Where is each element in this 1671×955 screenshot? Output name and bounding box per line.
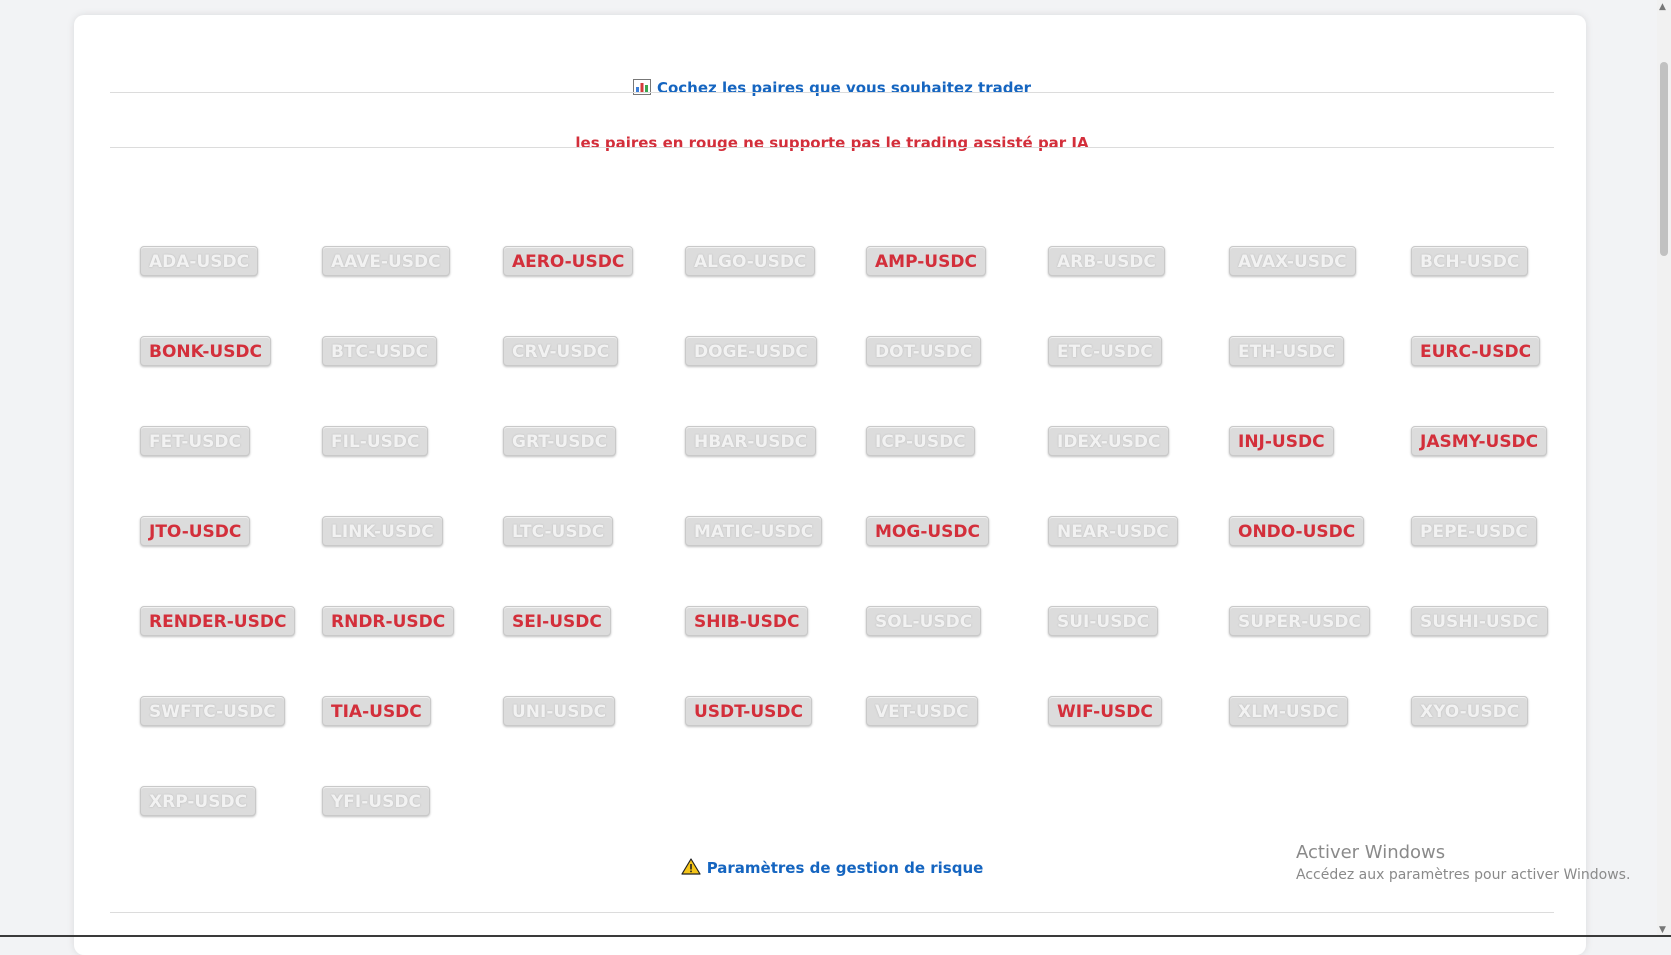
- bar-chart-icon: [632, 79, 651, 99]
- pair-checkbox-idex-usdc[interactable]: IDEX-USDC: [1048, 426, 1170, 456]
- pair-checkbox-sui-usdc[interactable]: SUI-USDC: [1048, 606, 1159, 636]
- pair-checkbox-dot-usdc[interactable]: DOT-USDC: [866, 336, 982, 366]
- pair-checkbox-ltc-usdc[interactable]: LTC-USDC: [503, 516, 614, 546]
- pair-checkbox-icp-usdc[interactable]: ICP-USDC: [866, 426, 975, 456]
- pair-checkbox-shib-usdc[interactable]: SHIB-USDC: [685, 606, 809, 636]
- pair-checkbox-ada-usdc[interactable]: ADA-USDC: [140, 246, 259, 276]
- pair-checkbox-bonk-usdc[interactable]: BONK-USDC: [140, 336, 272, 366]
- pair-checkbox-aero-usdc[interactable]: AERO-USDC: [503, 246, 634, 276]
- pair-checkbox-sol-usdc[interactable]: SOL-USDC: [866, 606, 982, 636]
- risk-heading-text: Paramètres de gestion de risque: [706, 859, 984, 877]
- scrollbar-thumb[interactable]: [1660, 62, 1668, 256]
- pair-checkbox-sushi-usdc[interactable]: SUSHI-USDC: [1411, 606, 1548, 636]
- pair-checkbox-fet-usdc[interactable]: FET-USDC: [140, 426, 251, 456]
- pair-checkbox-btc-usdc[interactable]: BTC-USDC: [322, 336, 438, 366]
- pair-checkbox-ondo-usdc[interactable]: ONDO-USDC: [1229, 516, 1365, 546]
- watermark-title: Activer Windows: [1296, 842, 1446, 863]
- pair-checkbox-algo-usdc[interactable]: ALGO-USDC: [685, 246, 816, 276]
- pair-checkbox-doge-usdc[interactable]: DOGE-USDC: [685, 336, 817, 366]
- warning-icon: [681, 858, 701, 879]
- scroll-down-icon[interactable]: ▼: [1659, 925, 1666, 935]
- divider: [110, 92, 1554, 93]
- pair-checkbox-xyo-usdc[interactable]: XYO-USDC: [1411, 696, 1529, 726]
- pair-checkbox-aave-usdc[interactable]: AAVE-USDC: [322, 246, 450, 276]
- divider: [110, 147, 1554, 148]
- scroll-up-icon[interactable]: ▲: [1659, 2, 1666, 12]
- pair-checkbox-grt-usdc[interactable]: GRT-USDC: [503, 426, 617, 456]
- windows-activation-watermark: Activer Windows Accédez aux paramètres p…: [1296, 842, 1630, 883]
- pair-checkbox-bch-usdc[interactable]: BCH-USDC: [1411, 246, 1529, 276]
- pair-checkbox-eurc-usdc[interactable]: EURC-USDC: [1411, 336, 1541, 366]
- divider: [110, 912, 1554, 913]
- pair-checkbox-inj-usdc[interactable]: INJ-USDC: [1229, 426, 1334, 456]
- pair-checkbox-yfi-usdc[interactable]: YFI-USDC: [322, 786, 430, 816]
- pair-checkbox-eth-usdc[interactable]: ETH-USDC: [1229, 336, 1345, 366]
- pair-checkbox-tia-usdc[interactable]: TIA-USDC: [322, 696, 431, 726]
- pair-checkbox-jto-usdc[interactable]: JTO-USDC: [140, 516, 251, 546]
- pair-checkbox-render-usdc[interactable]: RENDER-USDC: [140, 606, 296, 636]
- pair-checkbox-usdt-usdc[interactable]: USDT-USDC: [685, 696, 812, 726]
- pair-checkbox-mog-usdc[interactable]: MOG-USDC: [866, 516, 990, 546]
- pair-checkbox-near-usdc[interactable]: NEAR-USDC: [1048, 516, 1178, 546]
- pairs-heading: Cochez les paires que vous souhaitez tra…: [110, 79, 1554, 99]
- pair-checkbox-pepe-usdc[interactable]: PEPE-USDC: [1411, 516, 1537, 546]
- pairs-heading-text: Cochez les paires que vous souhaitez tra…: [656, 79, 1032, 97]
- pair-checkbox-super-usdc[interactable]: SUPER-USDC: [1229, 606, 1370, 636]
- unsupported-notice: les paires en rouge ne supporte pas le t…: [575, 134, 1089, 152]
- pair-checkbox-matic-usdc[interactable]: MATIC-USDC: [685, 516, 823, 546]
- pair-selection-card: Cochez les paires que vous souhaitez tra…: [74, 15, 1586, 955]
- pair-checkbox-etc-usdc[interactable]: ETC-USDC: [1048, 336, 1162, 366]
- pair-checkbox-crv-usdc[interactable]: CRV-USDC: [503, 336, 619, 366]
- watermark-subtitle: Accédez aux paramètres pour activer Wind…: [1296, 867, 1631, 883]
- pair-checkbox-amp-usdc[interactable]: AMP-USDC: [866, 246, 986, 276]
- pair-checkbox-uni-usdc[interactable]: UNI-USDC: [503, 696, 616, 726]
- pair-checkbox-xrp-usdc[interactable]: XRP-USDC: [140, 786, 257, 816]
- pair-checkbox-swftc-usdc[interactable]: SWFTC-USDC: [140, 696, 285, 726]
- pair-checkbox-xlm-usdc[interactable]: XLM-USDC: [1229, 696, 1348, 726]
- pair-checkbox-hbar-usdc[interactable]: HBAR-USDC: [685, 426, 817, 456]
- pair-checkbox-avax-usdc[interactable]: AVAX-USDC: [1229, 246, 1356, 276]
- pair-checkbox-jasmy-usdc[interactable]: JASMY-USDC: [1411, 426, 1548, 456]
- pair-checkbox-rndr-usdc[interactable]: RNDR-USDC: [322, 606, 455, 636]
- pair-checkbox-wif-usdc[interactable]: WIF-USDC: [1048, 696, 1162, 726]
- pair-checkbox-link-usdc[interactable]: LINK-USDC: [322, 516, 443, 546]
- pair-checkbox-sei-usdc[interactable]: SEI-USDC: [503, 606, 611, 636]
- vertical-scrollbar[interactable]: ▲ ▼: [1657, 0, 1671, 937]
- pair-checkbox-fil-usdc[interactable]: FIL-USDC: [322, 426, 429, 456]
- pair-checkbox-vet-usdc[interactable]: VET-USDC: [866, 696, 978, 726]
- pair-checkbox-arb-usdc[interactable]: ARB-USDC: [1048, 246, 1165, 276]
